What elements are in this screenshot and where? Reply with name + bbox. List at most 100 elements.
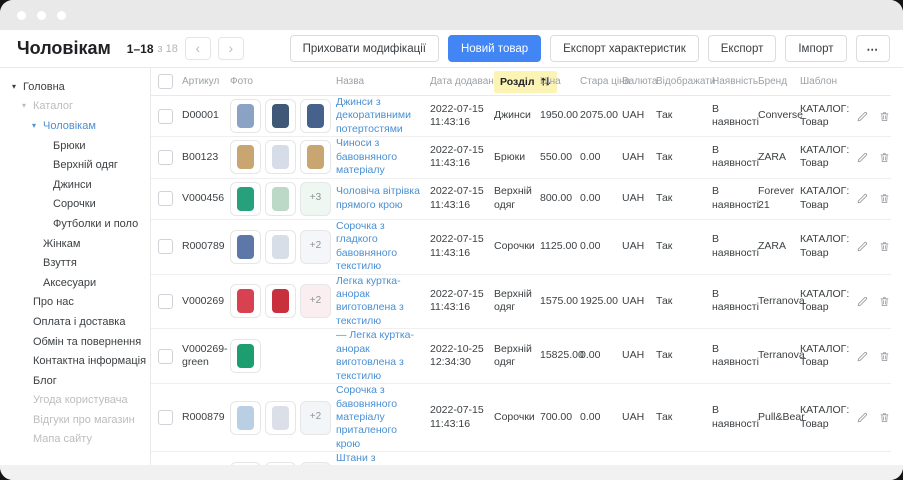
window-control-close[interactable] xyxy=(17,11,26,20)
product-photo[interactable] xyxy=(265,140,296,174)
product-photo[interactable] xyxy=(265,99,296,133)
product-name-link[interactable]: Сорочка з бавовняного матеріалу притален… xyxy=(336,384,397,450)
column-header[interactable]: Шаблон xyxy=(797,76,853,87)
more-actions-button[interactable]: ⋯ xyxy=(856,35,891,62)
sidebar-item[interactable]: ▾Жінкам xyxy=(0,234,150,254)
sidebar-item[interactable]: ▾Про нас xyxy=(0,293,150,313)
prev-page-button[interactable]: ‹ xyxy=(185,37,211,60)
edit-icon[interactable] xyxy=(856,350,869,363)
trash-icon[interactable] xyxy=(878,411,891,424)
product-photo[interactable] xyxy=(230,182,261,216)
sidebar-item[interactable]: ▾Джинси xyxy=(0,175,150,195)
trash-icon[interactable] xyxy=(878,151,891,164)
product-photo[interactable] xyxy=(230,284,261,318)
trash-icon[interactable] xyxy=(878,110,891,123)
edit-icon[interactable] xyxy=(856,110,869,123)
name-cell: Чиноси з бавовняного матеріалу xyxy=(333,137,427,177)
caret-down-icon: ▾ xyxy=(12,83,23,91)
edit-icon[interactable] xyxy=(856,151,869,164)
checkbox-cell xyxy=(151,109,179,124)
product-photo[interactable] xyxy=(265,401,296,435)
edit-icon[interactable] xyxy=(856,240,869,253)
column-header[interactable]: Відображати xyxy=(653,76,709,87)
column-header[interactable]: Фото xyxy=(227,76,333,87)
row-checkbox[interactable] xyxy=(158,410,173,425)
trash-icon[interactable] xyxy=(878,350,891,363)
sidebar-item[interactable]: ▾Головна xyxy=(0,77,150,97)
sidebar-item[interactable]: ▾Футболки и поло xyxy=(0,214,150,234)
sidebar-item[interactable]: ▾Відгуки про магазин xyxy=(0,410,150,430)
product-name-link[interactable]: Чоловіча вітрівка прямого крою xyxy=(336,185,420,210)
sidebar-item[interactable]: ▾Угода користувача xyxy=(0,391,150,411)
product-photo[interactable] xyxy=(265,230,296,264)
column-header[interactable]: Валюта xyxy=(619,76,653,87)
hide-modifications-button[interactable]: Приховати модифікації xyxy=(290,35,439,62)
column-header[interactable]: Бренд xyxy=(755,76,797,87)
export-characteristics-button[interactable]: Експорт характеристик xyxy=(550,35,699,62)
column-header[interactable]: Ціна xyxy=(537,76,577,87)
window-control-zoom[interactable] xyxy=(57,11,66,20)
row-checkbox[interactable] xyxy=(158,294,173,309)
edit-icon[interactable] xyxy=(856,411,869,424)
sidebar: ▾Головна▾Каталог▾Чоловікам▾Брюки▾Верхній… xyxy=(0,68,151,465)
edit-icon[interactable] xyxy=(856,295,869,308)
sidebar-item[interactable]: ▾Сорочки xyxy=(0,195,150,215)
sidebar-item[interactable]: ▾Контактна інформація xyxy=(0,351,150,371)
row-checkbox[interactable] xyxy=(158,109,173,124)
sidebar-item[interactable]: ▾Аксесуари xyxy=(0,273,150,293)
product-name-link[interactable]: — Легка куртка-анорак виготовлена з текс… xyxy=(336,329,414,381)
template-cell: КАТАЛОГ: Товар xyxy=(797,185,853,212)
product-photo[interactable] xyxy=(230,230,261,264)
more-photos-badge[interactable]: +3 xyxy=(300,182,331,216)
product-photo[interactable] xyxy=(230,140,261,174)
product-photo[interactable] xyxy=(265,284,296,318)
section-cell: Сорочки xyxy=(491,240,537,253)
sidebar-item[interactable]: ▾Оплата і доставка xyxy=(0,312,150,332)
product-photo[interactable] xyxy=(300,99,331,133)
garment-shape xyxy=(272,187,289,211)
product-photo[interactable] xyxy=(300,140,331,174)
product-photo[interactable] xyxy=(230,401,261,435)
sidebar-item[interactable]: ▾Каталог xyxy=(0,97,150,117)
row-checkbox[interactable] xyxy=(158,150,173,165)
edit-icon[interactable] xyxy=(856,192,869,205)
column-header[interactable]: Стара ціна xyxy=(577,76,619,87)
sidebar-item[interactable]: ▾Чоловікам xyxy=(0,116,150,136)
more-photos-badge[interactable]: +2 xyxy=(300,401,331,435)
column-header[interactable]: Наявність xyxy=(709,76,755,87)
trash-icon[interactable] xyxy=(878,240,891,253)
sidebar-item[interactable]: ▾Блог xyxy=(0,371,150,391)
sidebar-item[interactable]: ▾Взуття xyxy=(0,253,150,273)
product-photo[interactable] xyxy=(230,99,261,133)
window-control-minimize[interactable] xyxy=(37,11,46,20)
product-name-link[interactable]: Легка куртка-анорак виготовлена з тексти… xyxy=(336,275,404,327)
trash-icon[interactable] xyxy=(878,192,891,205)
sidebar-item[interactable]: ▾Верхній одяг xyxy=(0,155,150,175)
more-photos-badge[interactable]: +2 xyxy=(300,284,331,318)
row-checkbox[interactable] xyxy=(158,239,173,254)
sidebar-item-label: Жінкам xyxy=(43,238,80,250)
next-page-button[interactable]: › xyxy=(218,37,244,60)
row-checkbox[interactable] xyxy=(158,191,173,206)
product-photo[interactable] xyxy=(230,339,261,373)
product-name-link[interactable]: Джинси з декоративними потертостями xyxy=(336,96,411,135)
sidebar-item[interactable]: ▾Брюки xyxy=(0,136,150,156)
product-photo[interactable] xyxy=(265,182,296,216)
sidebar-item[interactable]: ▾Обмін та повернення xyxy=(0,332,150,352)
new-product-button[interactable]: Новий товар xyxy=(448,35,541,62)
template-cell: КАТАЛОГ: Товар xyxy=(797,288,853,315)
template-cell: КАТАЛОГ: Товар xyxy=(797,103,853,130)
column-header[interactable]: Артикул xyxy=(179,76,227,87)
more-photos-badge[interactable]: +2 xyxy=(300,230,331,264)
product-name-link[interactable]: Чиноси з бавовняного матеріалу xyxy=(336,137,397,176)
product-name-link[interactable]: Сорочка з гладкого бавовняного текстилю xyxy=(336,220,397,272)
sidebar-item[interactable]: ▾Мапа сайту xyxy=(0,430,150,450)
select-all-checkbox[interactable] xyxy=(158,74,173,89)
availability-cell: В наявності xyxy=(709,103,755,130)
row-checkbox[interactable] xyxy=(158,349,173,364)
import-button[interactable]: Імпорт xyxy=(785,35,846,62)
export-button[interactable]: Експорт xyxy=(708,35,777,62)
column-header[interactable]: Назва xyxy=(333,76,427,87)
column-header[interactable]: Дата додавання xyxy=(427,76,491,87)
trash-icon[interactable] xyxy=(878,295,891,308)
